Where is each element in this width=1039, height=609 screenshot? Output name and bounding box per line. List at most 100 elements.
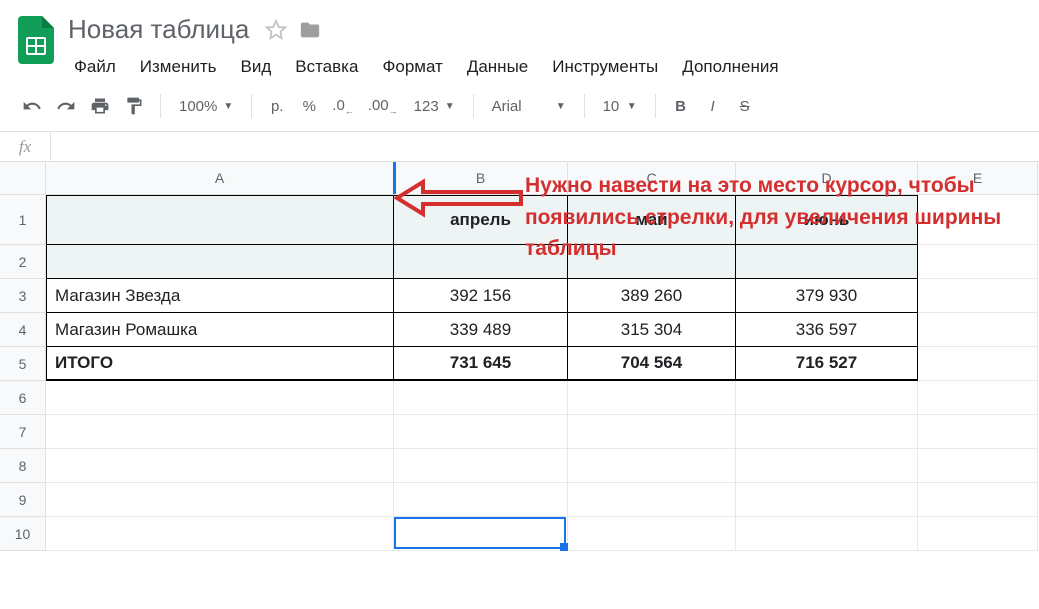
cell-B10[interactable] — [394, 517, 568, 551]
row-header-4[interactable]: 4 — [0, 313, 46, 347]
cell-A3[interactable]: Магазин Звезда — [46, 279, 394, 313]
cell-C2[interactable] — [568, 245, 736, 279]
cell-D6[interactable] — [736, 381, 918, 415]
cell-C1[interactable]: май — [568, 195, 736, 245]
menu-file[interactable]: Файл — [64, 53, 126, 81]
cell-B5[interactable]: 731 645 — [394, 347, 568, 381]
cell-D2[interactable] — [736, 245, 918, 279]
menu-addons[interactable]: Дополнения — [672, 53, 788, 81]
cell-C9[interactable] — [568, 483, 736, 517]
row-header-10[interactable]: 10 — [0, 517, 46, 551]
print-button[interactable] — [84, 91, 116, 121]
document-title[interactable]: Новая таблица — [64, 12, 253, 47]
bold-button[interactable]: B — [666, 91, 696, 121]
cell-D10[interactable] — [736, 517, 918, 551]
cell-A5[interactable]: ИТОГО — [46, 347, 394, 381]
increase-decimal-button[interactable]: .00→ — [362, 91, 404, 121]
menu-format[interactable]: Формат — [372, 53, 452, 81]
cell-A9[interactable] — [46, 483, 394, 517]
col-header-D[interactable]: D — [736, 162, 918, 194]
cell-B7[interactable] — [394, 415, 568, 449]
folder-icon[interactable] — [299, 19, 321, 41]
column-resize-indicator[interactable] — [393, 162, 396, 194]
row-header-2[interactable]: 2 — [0, 245, 46, 279]
fx-label: fx — [0, 137, 50, 157]
cell-E1[interactable] — [918, 195, 1038, 245]
cell-E6[interactable] — [918, 381, 1038, 415]
zoom-dropdown[interactable]: 100%▼ — [171, 91, 241, 121]
cell-C10[interactable] — [568, 517, 736, 551]
separator — [473, 94, 474, 118]
decrease-decimal-button[interactable]: .0← — [326, 91, 360, 121]
cell-A10[interactable] — [46, 517, 394, 551]
formula-bar: fx — [0, 132, 1039, 162]
row-header-3[interactable]: 3 — [0, 279, 46, 313]
menu-edit[interactable]: Изменить — [130, 53, 227, 81]
formula-input[interactable] — [50, 132, 1039, 161]
cell-C5[interactable]: 704 564 — [568, 347, 736, 381]
format-currency-button[interactable]: р. — [262, 91, 292, 121]
cell-A7[interactable] — [46, 415, 394, 449]
col-header-C[interactable]: C — [568, 162, 736, 194]
cell-E3[interactable] — [918, 279, 1038, 313]
cell-A6[interactable] — [46, 381, 394, 415]
menu-view[interactable]: Вид — [230, 53, 281, 81]
cell-C6[interactable] — [568, 381, 736, 415]
cell-D4[interactable]: 336 597 — [736, 313, 918, 347]
cell-A4[interactable]: Магазин Ромашка — [46, 313, 394, 347]
cell-D8[interactable] — [736, 449, 918, 483]
cell-A8[interactable] — [46, 449, 394, 483]
font-dropdown[interactable]: Arial▼ — [484, 91, 574, 121]
cell-D1[interactable]: июнь — [736, 195, 918, 245]
row-header-6[interactable]: 6 — [0, 381, 46, 415]
row-header-5[interactable]: 5 — [0, 347, 46, 381]
menu-insert[interactable]: Вставка — [285, 53, 368, 81]
row-header-8[interactable]: 8 — [0, 449, 46, 483]
row-header-7[interactable]: 7 — [0, 415, 46, 449]
cell-C8[interactable] — [568, 449, 736, 483]
strikethrough-button[interactable]: S — [730, 91, 760, 121]
app-header: Новая таблица Файл Изменить Вид Вставка … — [0, 0, 1039, 81]
cell-B4[interactable]: 339 489 — [394, 313, 568, 347]
select-all-corner[interactable] — [0, 162, 46, 194]
sheets-logo[interactable] — [16, 10, 56, 66]
cell-E5[interactable] — [918, 347, 1038, 381]
cell-E10[interactable] — [918, 517, 1038, 551]
cell-C4[interactable]: 315 304 — [568, 313, 736, 347]
menu-data[interactable]: Данные — [457, 53, 538, 81]
menu-tools[interactable]: Инструменты — [542, 53, 668, 81]
star-icon[interactable] — [265, 19, 287, 41]
col-header-A[interactable]: A — [46, 162, 394, 194]
separator — [584, 94, 585, 118]
col-header-B[interactable]: B — [394, 162, 568, 194]
cell-B2[interactable] — [394, 245, 568, 279]
more-formats-dropdown[interactable]: 123▼ — [406, 91, 463, 121]
redo-button[interactable] — [50, 91, 82, 121]
cell-B1[interactable]: апрель — [394, 195, 568, 245]
cell-C7[interactable] — [568, 415, 736, 449]
cell-D3[interactable]: 379 930 — [736, 279, 918, 313]
cell-E7[interactable] — [918, 415, 1038, 449]
paint-format-button[interactable] — [118, 91, 150, 121]
cell-D7[interactable] — [736, 415, 918, 449]
cell-A2[interactable] — [46, 245, 394, 279]
format-percent-button[interactable]: % — [294, 91, 324, 121]
italic-button[interactable]: I — [698, 91, 728, 121]
row-header-9[interactable]: 9 — [0, 483, 46, 517]
cell-B8[interactable] — [394, 449, 568, 483]
col-header-E[interactable]: E — [918, 162, 1038, 194]
cell-E4[interactable] — [918, 313, 1038, 347]
cell-D5[interactable]: 716 527 — [736, 347, 918, 381]
cell-D9[interactable] — [736, 483, 918, 517]
cell-B6[interactable] — [394, 381, 568, 415]
cell-C3[interactable]: 389 260 — [568, 279, 736, 313]
cell-A1[interactable] — [46, 195, 394, 245]
cell-E8[interactable] — [918, 449, 1038, 483]
cell-E9[interactable] — [918, 483, 1038, 517]
cell-E2[interactable] — [918, 245, 1038, 279]
cell-B9[interactable] — [394, 483, 568, 517]
font-size-dropdown[interactable]: 10▼ — [595, 91, 645, 121]
cell-B3[interactable]: 392 156 — [394, 279, 568, 313]
undo-button[interactable] — [16, 91, 48, 121]
row-header-1[interactable]: 1 — [0, 195, 46, 245]
